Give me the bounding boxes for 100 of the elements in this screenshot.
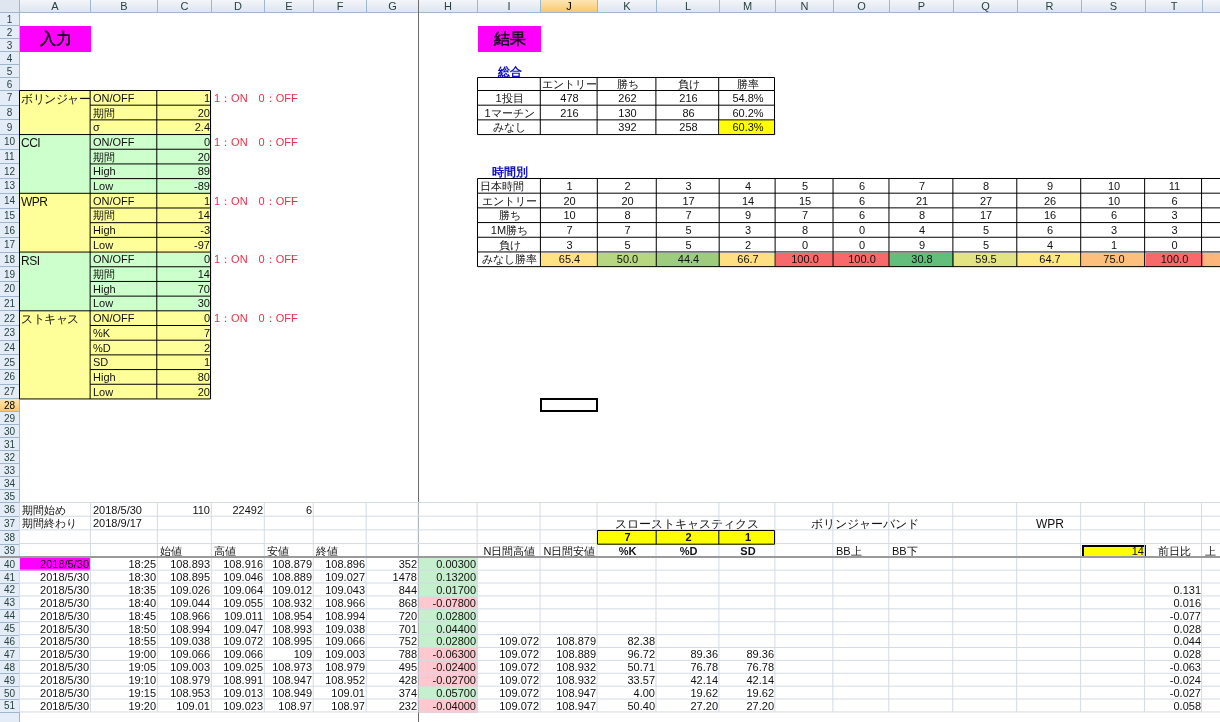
table-cell-text: 0 bbox=[857, 237, 867, 253]
table-cell-text: 0.028 bbox=[1172, 648, 1202, 662]
column-header[interactable]: K bbox=[598, 0, 657, 13]
table-cell-text: 108.947 bbox=[271, 674, 313, 688]
table-cell-text: 3 bbox=[743, 223, 753, 238]
row-header[interactable]: 30 bbox=[0, 425, 20, 439]
row-header[interactable]: 7 bbox=[0, 91, 20, 106]
row-header[interactable]: 49 bbox=[0, 674, 20, 688]
row-header[interactable]: 6 bbox=[0, 78, 20, 91]
row-header[interactable]: 41 bbox=[0, 571, 20, 584]
row-header[interactable]: 16 bbox=[0, 223, 20, 238]
row-header[interactable]: 48 bbox=[0, 661, 20, 675]
table-cell-text: 108.889 bbox=[555, 648, 597, 662]
row-header[interactable]: 1 bbox=[0, 13, 20, 26]
table-cell-text: 108.947 bbox=[555, 700, 597, 713]
column-header[interactable]: T bbox=[1146, 0, 1203, 13]
table-cell-text: 374 bbox=[397, 687, 418, 700]
row-header[interactable]: 4 bbox=[0, 52, 20, 65]
row-header[interactable]: 36 bbox=[0, 503, 20, 518]
row-header[interactable]: 19 bbox=[0, 267, 20, 282]
column-header[interactable]: F bbox=[314, 0, 367, 13]
table-cell: 1 bbox=[158, 91, 212, 106]
row-header[interactable]: 34 bbox=[0, 477, 20, 491]
column-header[interactable]: C bbox=[158, 0, 212, 13]
table-cell-text: 109.055 bbox=[222, 596, 264, 610]
row-header[interactable]: 47 bbox=[0, 648, 20, 662]
column-header[interactable]: S bbox=[1082, 0, 1146, 13]
column-header[interactable]: R bbox=[1018, 0, 1082, 13]
column-header[interactable]: A bbox=[20, 0, 91, 13]
table-cell-text: 4.00 bbox=[632, 687, 656, 700]
row-header[interactable]: 29 bbox=[0, 412, 20, 426]
row-header[interactable]: 22 bbox=[0, 311, 20, 326]
table-cell-text: 6 bbox=[1109, 208, 1119, 224]
table-cell-text: -0.077 bbox=[1168, 609, 1202, 623]
table-cell-text: 19:15 bbox=[127, 687, 157, 700]
column-header[interactable]: H bbox=[419, 0, 478, 13]
table-cell-text: 109.044 bbox=[169, 596, 211, 610]
column-header[interactable]: E bbox=[265, 0, 314, 13]
column-header[interactable]: J bbox=[541, 0, 598, 13]
table-cell: ストキャス bbox=[20, 311, 91, 400]
row-header[interactable]: 9 bbox=[0, 120, 20, 136]
column-header[interactable]: N bbox=[776, 0, 834, 13]
cell-cursor[interactable] bbox=[540, 398, 598, 413]
table-cell-text: 2018/5/30 bbox=[92, 503, 143, 518]
table-cell-text: 109.012 bbox=[271, 583, 313, 597]
table-cell-text: 109.072 bbox=[498, 648, 540, 662]
row-header[interactable]: 37 bbox=[0, 517, 20, 531]
table-cell-text: 108.916 bbox=[222, 558, 264, 572]
table-cell-text: 2018/5/30 bbox=[39, 648, 90, 662]
row-header[interactable]: 50 bbox=[0, 687, 20, 700]
row-header[interactable]: 40 bbox=[0, 558, 20, 572]
table-cell-text: 負け bbox=[497, 237, 522, 253]
row-header[interactable]: 10 bbox=[0, 135, 20, 150]
table-cell-text: 3 bbox=[684, 179, 693, 194]
table-cell-text: 109.072 bbox=[498, 687, 540, 700]
table-cell-text: 130 bbox=[617, 105, 638, 121]
table-cell-text: 42.14 bbox=[689, 674, 719, 688]
section-heading: 時間別 bbox=[490, 164, 529, 180]
table-cell-text: 89.36 bbox=[689, 648, 719, 662]
table-cell-text: 109.066 bbox=[222, 648, 264, 662]
row-header[interactable] bbox=[0, 712, 20, 722]
column-header[interactable]: O bbox=[834, 0, 890, 13]
table-cell-text: 14 bbox=[740, 193, 756, 209]
table-cell-text: -0.027 bbox=[1168, 687, 1202, 700]
select-all-corner[interactable] bbox=[0, 0, 20, 13]
column-header[interactable]: P bbox=[890, 0, 954, 13]
table-cell-text: 9 bbox=[1045, 179, 1055, 194]
table-cell: High bbox=[91, 223, 158, 238]
row-header[interactable]: 2 bbox=[0, 26, 20, 39]
table-cell-text: 109.023 bbox=[222, 700, 264, 713]
row-header[interactable]: 12 bbox=[0, 164, 20, 180]
column-header[interactable]: Q bbox=[954, 0, 1018, 13]
table-cell-text: 752 bbox=[397, 635, 418, 649]
column-header[interactable]: I bbox=[478, 0, 541, 13]
row-header[interactable]: 25 bbox=[0, 355, 20, 371]
row-header[interactable]: 26 bbox=[0, 370, 20, 385]
table-cell-text: 262 bbox=[617, 91, 638, 106]
table-cell: ON/OFF bbox=[91, 135, 158, 150]
table-cell-text: 1マーチン bbox=[483, 105, 536, 121]
row-header[interactable]: 35 bbox=[0, 490, 20, 504]
column-header[interactable]: G bbox=[367, 0, 419, 13]
row-header[interactable]: 28 bbox=[0, 399, 20, 413]
row-header[interactable]: 5 bbox=[0, 65, 20, 78]
column-header[interactable]: M bbox=[720, 0, 776, 13]
table-cell-text: 始値 bbox=[159, 544, 183, 559]
column-header[interactable]: L bbox=[657, 0, 720, 13]
table-cell-text: 10 bbox=[1106, 193, 1122, 209]
table-cell-text: 18:40 bbox=[127, 596, 157, 610]
table-cell-text: 1：ON 0：OFF bbox=[213, 252, 299, 268]
table-cell-text: 788 bbox=[397, 648, 418, 662]
row-header[interactable]: 31 bbox=[0, 438, 20, 452]
column-header[interactable]: D bbox=[212, 0, 265, 13]
row-header[interactable]: 13 bbox=[0, 179, 20, 194]
row-header[interactable]: 23 bbox=[0, 326, 20, 341]
table-cell-text: 6 bbox=[1170, 193, 1179, 209]
row-header[interactable]: 33 bbox=[0, 464, 20, 478]
row-header[interactable]: 3 bbox=[0, 39, 20, 52]
column-header[interactable]: B bbox=[91, 0, 158, 13]
row-header[interactable]: 32 bbox=[0, 451, 20, 465]
table-cell-text: 5 bbox=[684, 223, 693, 238]
